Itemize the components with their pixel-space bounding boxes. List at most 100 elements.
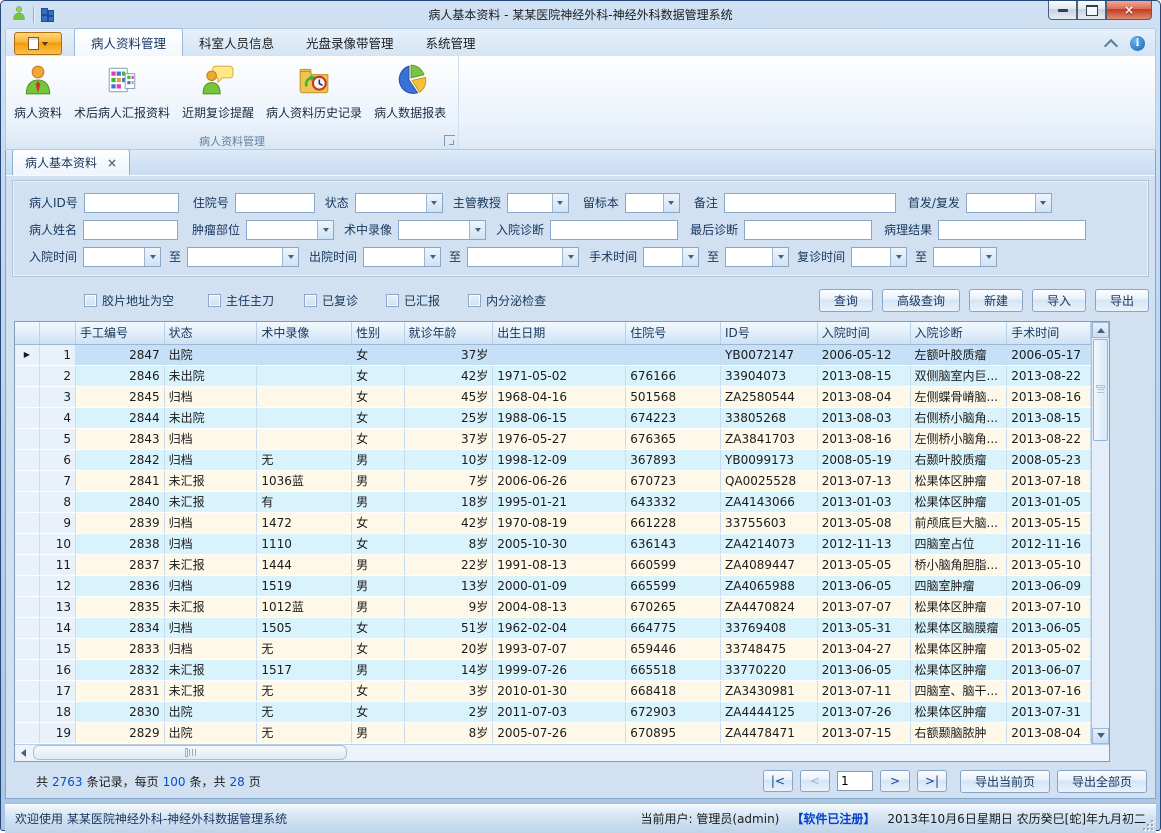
cell[interactable]: 2836 <box>75 575 164 596</box>
cell[interactable]: 男 <box>352 659 404 680</box>
cell[interactable]: 2013-08-03 <box>817 407 910 428</box>
cell[interactable]: 643332 <box>626 491 721 512</box>
cell[interactable]: 2846 <box>75 365 164 386</box>
cell[interactable]: 归档 <box>164 512 257 533</box>
postop-report-data-button[interactable]: 术后病人汇报资料 <box>68 60 176 124</box>
column-header[interactable]: 术中录像 <box>257 322 352 344</box>
row-number[interactable]: 5 <box>39 428 75 449</box>
cell[interactable]: 2829 <box>75 722 164 743</box>
cell[interactable]: 松果体区肿瘤 <box>910 596 1007 617</box>
patient-data-button[interactable]: 病人资料 <box>8 60 68 124</box>
cell[interactable]: 2013-06-09 <box>1007 575 1091 596</box>
chevron-down-icon[interactable] <box>663 194 679 212</box>
cell[interactable]: 2006-05-12 <box>817 344 910 365</box>
cell[interactable]: 2013-08-15 <box>1007 407 1091 428</box>
ribbon-tab-department-staff[interactable]: 科室人员信息 <box>183 29 290 56</box>
tab-close-icon[interactable]: × <box>107 157 117 169</box>
table-row[interactable]: 122836归档1519男13岁2000-01-09665599ZA406598… <box>15 575 1091 596</box>
cell[interactable]: 2834 <box>75 617 164 638</box>
row-number[interactable]: 2 <box>39 365 75 386</box>
cell[interactable]: 2013-06-07 <box>1007 659 1091 680</box>
cell[interactable]: 松果体区肿瘤 <box>910 701 1007 722</box>
revisit-reminder-button[interactable]: 近期复诊提醒 <box>176 60 260 124</box>
cell[interactable]: 51岁 <box>404 617 493 638</box>
cell[interactable]: 无 <box>257 680 352 701</box>
cell[interactable]: 松果体区肿瘤 <box>910 470 1007 491</box>
surgery-video-combo[interactable] <box>398 220 486 240</box>
cell[interactable]: 2838 <box>75 533 164 554</box>
import-button[interactable]: 导入 <box>1032 289 1086 312</box>
cell[interactable]: 2833 <box>75 638 164 659</box>
cell[interactable]: 女 <box>352 680 404 701</box>
table-row[interactable]: 192829出院无男8岁2005-07-26670895ZA4478471201… <box>15 722 1091 743</box>
checkbox-chief-surgeon[interactable]: 主任主刀 <box>208 292 274 309</box>
cell[interactable]: 668418 <box>626 680 721 701</box>
cell[interactable]: ZA4214073 <box>721 533 818 554</box>
first-page-button[interactable]: |< <box>763 770 793 792</box>
cell[interactable]: 2011-07-03 <box>493 701 626 722</box>
cell[interactable]: 7岁 <box>404 470 493 491</box>
cell[interactable]: 2013-07-15 <box>817 722 910 743</box>
cell[interactable]: 1012蓝 <box>257 596 352 617</box>
cell[interactable]: 女 <box>352 386 404 407</box>
cell[interactable]: 四脑室肿瘤 <box>910 575 1007 596</box>
row-number[interactable]: 14 <box>39 617 75 638</box>
cell[interactable]: 左额叶胶质瘤 <box>910 344 1007 365</box>
cell[interactable]: 2013-05-31 <box>817 617 910 638</box>
column-header[interactable]: ID号 <box>721 322 818 344</box>
cell[interactable]: 未汇报 <box>164 470 257 491</box>
cell[interactable]: QA0025528 <box>721 470 818 491</box>
scroll-left-icon[interactable] <box>15 745 31 760</box>
cell[interactable]: 女 <box>352 344 404 365</box>
cell[interactable]: 676365 <box>626 428 721 449</box>
cell[interactable]: 501568 <box>626 386 721 407</box>
cell[interactable]: 665518 <box>626 659 721 680</box>
cell[interactable]: 右侧桥小脑角... <box>910 407 1007 428</box>
cell[interactable]: 左侧桥小脑角... <box>910 428 1007 449</box>
chevron-down-icon[interactable] <box>682 248 698 266</box>
cell[interactable]: 1993-07-07 <box>493 638 626 659</box>
column-header[interactable]: 入院诊断 <box>910 322 1007 344</box>
cell[interactable]: 676166 <box>626 365 721 386</box>
cell[interactable]: 2013-06-05 <box>817 659 910 680</box>
admit-time-to-combo[interactable] <box>187 247 299 267</box>
table-row[interactable]: 92839归档1472女42岁1970-08-19661228337556032… <box>15 512 1091 533</box>
cell[interactable]: 未汇报 <box>164 596 257 617</box>
last-page-button[interactable]: >| <box>917 770 947 792</box>
cell[interactable]: 1968-04-16 <box>493 386 626 407</box>
cell[interactable] <box>257 386 352 407</box>
cell[interactable]: 2004-08-13 <box>493 596 626 617</box>
cell[interactable]: 8岁 <box>404 533 493 554</box>
cell[interactable]: 女 <box>352 701 404 722</box>
cell[interactable]: ZA4470824 <box>721 596 818 617</box>
cell[interactable]: 2013-07-13 <box>817 470 910 491</box>
cell[interactable]: 2013-07-11 <box>817 680 910 701</box>
resize-grip[interactable] <box>1142 819 1154 831</box>
chevron-down-icon[interactable] <box>772 248 788 266</box>
cell[interactable]: 松果体区脑膜瘤 <box>910 617 1007 638</box>
cell[interactable]: 2012-11-13 <box>817 533 910 554</box>
cell[interactable]: 33748475 <box>721 638 818 659</box>
cell[interactable]: 2013-01-03 <box>817 491 910 512</box>
cell[interactable]: 2013-05-02 <box>1007 638 1091 659</box>
cell[interactable]: 2013-08-16 <box>1007 386 1091 407</box>
cell[interactable]: 22岁 <box>404 554 493 575</box>
cell[interactable]: 14岁 <box>404 659 493 680</box>
cell[interactable]: 男 <box>352 575 404 596</box>
cell[interactable]: 2013-08-15 <box>817 365 910 386</box>
cell[interactable]: 42岁 <box>404 512 493 533</box>
cell[interactable]: 前颅底巨大脑... <box>910 512 1007 533</box>
cell[interactable]: 2013-05-05 <box>817 554 910 575</box>
row-number[interactable]: 16 <box>39 659 75 680</box>
cell[interactable]: 无 <box>257 722 352 743</box>
cell[interactable]: 女 <box>352 638 404 659</box>
checkbox-reported[interactable]: 已汇报 <box>386 292 440 309</box>
cell[interactable]: 2012-11-16 <box>1007 533 1091 554</box>
row-number[interactable]: 6 <box>39 449 75 470</box>
dialog-launcher-icon[interactable] <box>444 135 455 146</box>
next-page-button[interactable]: > <box>880 770 910 792</box>
table-row[interactable]: 22846未出院女42岁1971-05-02676166339040732013… <box>15 365 1091 386</box>
table-row[interactable]: 32845归档女45岁1968-04-16501568ZA25805442013… <box>15 386 1091 407</box>
cell[interactable]: 归档 <box>164 449 257 470</box>
cell[interactable]: 33755603 <box>721 512 818 533</box>
